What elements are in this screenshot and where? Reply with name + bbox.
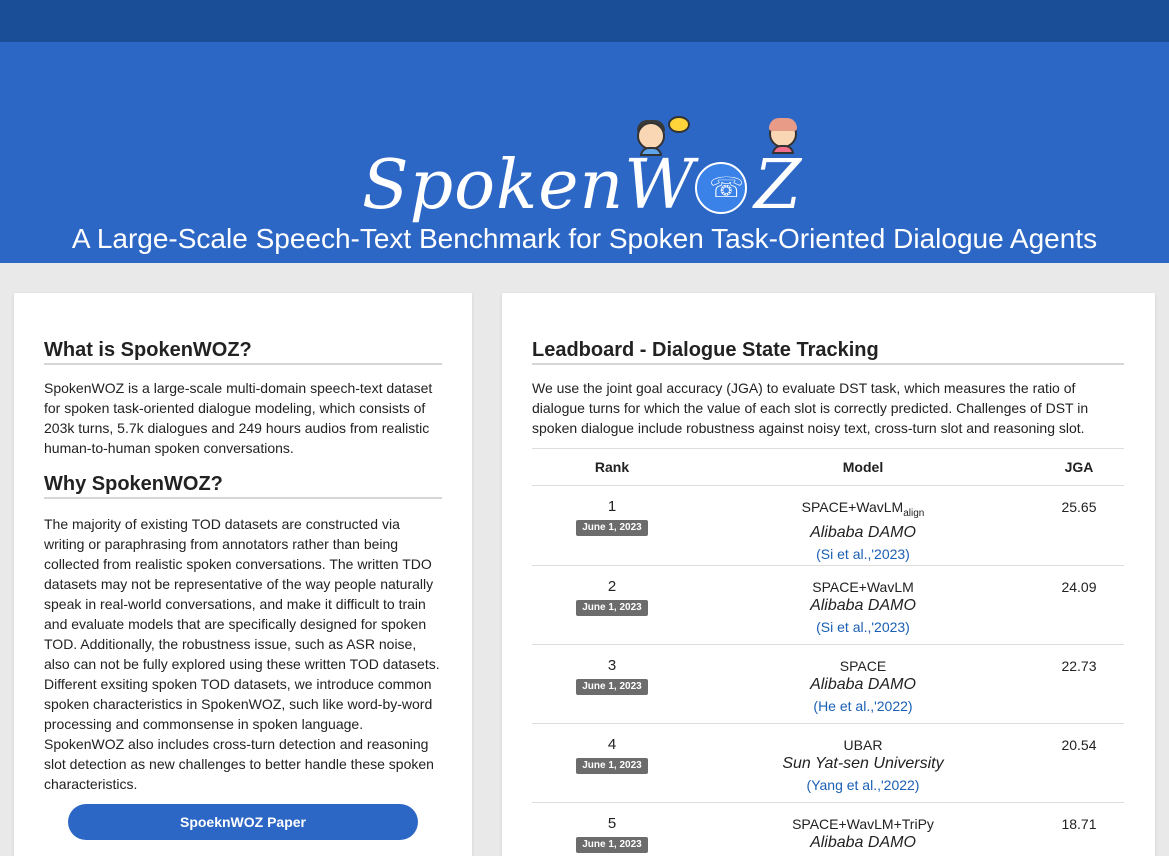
model-name: SPACE+WavLM xyxy=(812,578,914,595)
model-name: SPACE xyxy=(839,657,887,674)
rank-number: 2 xyxy=(607,577,617,595)
organization: Alibaba DAMO xyxy=(810,523,916,541)
column-header-model[interactable]: Model xyxy=(692,448,1034,486)
page-subtitle: A Large-Scale Speech-Text Benchmark for … xyxy=(71,223,1098,254)
rank-number: 5 xyxy=(607,814,617,832)
table-row: 4 June 1, 2023 UBAR Sun Yat-sen University… xyxy=(532,723,1124,803)
date-badge: June 1, 2023 xyxy=(576,836,648,853)
table-row: 3 June 1, 2023 SPACE Alibaba DAMO (He et al… xyxy=(532,644,1124,724)
organization: Sun Yat-sen University xyxy=(782,754,944,772)
model-name: SPACE+WavLMalign xyxy=(801,499,925,519)
jga-score: 22.73 xyxy=(1061,657,1097,674)
logo-text-end: Z xyxy=(754,146,802,225)
date-badge: June 1, 2023 xyxy=(576,678,648,695)
organization: Alibaba DAMO xyxy=(810,596,916,614)
table-header-row: Rank Model JGA xyxy=(532,448,1124,486)
paper-button[interactable]: SpoeknWOZ Paper xyxy=(68,804,418,840)
model-subscript: align xyxy=(903,507,925,519)
citation-link[interactable]: (Si et al.,'2023) xyxy=(692,616,1034,638)
table-row: 1 June 1, 2023 SPACE+WavLMalign Alibaba DA… xyxy=(532,485,1124,566)
leaderboard-card: Leadboard - Dialogue State Tracking We u… xyxy=(502,293,1155,856)
logo-text: SpokenW xyxy=(362,146,696,225)
site-logo[interactable]: SpokenW ☏ Z xyxy=(362,110,822,225)
date-badge: June 1, 2023 xyxy=(576,757,648,774)
jga-score: 24.09 xyxy=(1061,578,1097,595)
phone-icon: ☏ xyxy=(695,162,747,214)
rank-number: 4 xyxy=(607,735,617,753)
model-name: UBAR xyxy=(843,736,883,753)
about-card: What is SpokenWOZ? SpokenWOZ is a large-… xyxy=(14,293,472,856)
citation-link[interactable]: (He et al.,'2022) xyxy=(692,695,1034,717)
date-badge: June 1, 2023 xyxy=(576,520,648,536)
what-text: SpokenWOZ is a large-scale multi-domain … xyxy=(44,380,433,456)
what-heading: What is SpokenWOZ? xyxy=(44,337,442,365)
why-text: The majority of existing TOD datasets ar… xyxy=(44,516,440,792)
leaderboard-heading: Leadboard - Dialogue State Tracking xyxy=(532,337,1124,365)
model-name: SPACE+WavLM+TriPy xyxy=(792,815,934,832)
jga-score: 18.71 xyxy=(1061,815,1097,832)
speech-bubble-icon xyxy=(668,116,690,133)
organization: Alibaba DAMO xyxy=(810,833,916,851)
rank-number: 1 xyxy=(607,498,617,515)
citation-link[interactable]: (Si et al.,'2023) xyxy=(692,543,1034,565)
organization: Alibaba DAMO xyxy=(810,675,916,693)
date-badge: June 1, 2023 xyxy=(576,599,648,616)
column-header-rank[interactable]: Rank xyxy=(532,448,692,486)
rank-number: 3 xyxy=(607,656,617,674)
column-header-jga[interactable]: JGA xyxy=(1034,448,1124,486)
top-bar xyxy=(0,0,1169,42)
table-row: 5 June 1, 2023 SPACE+WavLM+TriPy Alibaba D… xyxy=(532,802,1124,856)
jga-score: 20.54 xyxy=(1061,736,1097,753)
table-row: 2 June 1, 2023 SPACE+WavLM Alibaba DAMO (Si… xyxy=(532,565,1124,645)
header-banner: SpokenW ☏ Z A Large-Scale Speech-Text Be… xyxy=(0,42,1169,263)
leaderboard-description: We use the joint goal accuracy (JGA) to … xyxy=(532,380,1089,436)
leaderboard-table: Rank Model JGA 1 June 1, 2023 SPACE+WavLM… xyxy=(532,448,1124,856)
jga-score: 25.65 xyxy=(1061,499,1097,515)
citation-link[interactable]: (Yang et al.,'2022) xyxy=(692,774,1034,796)
why-heading: Why SpokenWOZ? xyxy=(44,471,442,499)
